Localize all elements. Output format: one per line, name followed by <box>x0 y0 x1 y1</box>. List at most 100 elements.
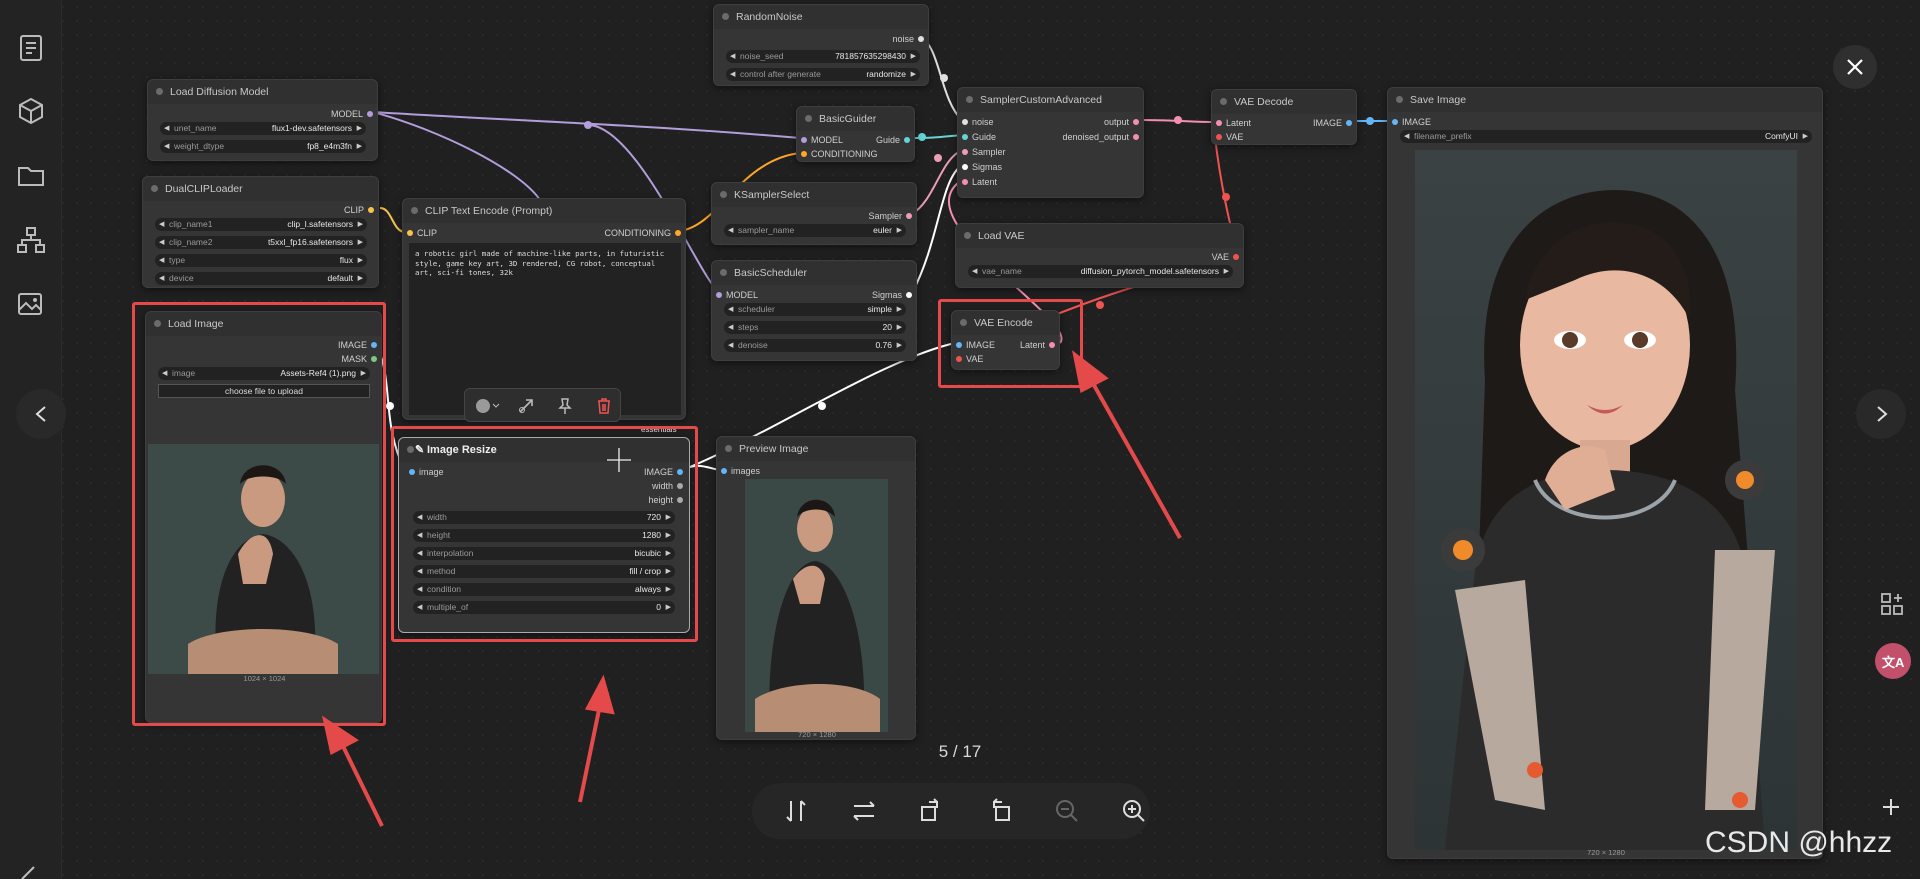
widget-scheduler[interactable]: scheduler simple <box>724 303 906 316</box>
noise-dot <box>918 36 924 42</box>
widget-key: unet_name <box>174 123 217 133</box>
output-denoised[interactable]: denoised_output <box>1062 131 1139 143</box>
widget-clip-name1[interactable]: clip_name1 clip_l.safetensors <box>155 218 367 231</box>
annotation-box-vae-encode <box>938 299 1083 388</box>
model-dot <box>367 111 373 117</box>
widget-vae-name[interactable]: vae_name diffusion_pytorch_model.safetens… <box>968 265 1233 278</box>
input-images[interactable]: images <box>721 465 760 477</box>
widget-value: diffusion_pytorch_model.safetensors <box>1080 266 1219 276</box>
translate-icon: 文A <box>1882 655 1905 670</box>
guide-dot <box>904 137 910 143</box>
widget-device[interactable]: device default <box>155 272 367 285</box>
node-clip-text-encode[interactable]: CLIP Text Encode (Prompt) CLIP CONDITION… <box>402 198 686 420</box>
node-load-vae[interactable]: Load VAE VAE vae_name diffusion_pytorch_m… <box>955 223 1244 288</box>
input-image[interactable]: IMAGE <box>1392 116 1431 128</box>
output-conditioning[interactable]: CONDITIONING <box>605 227 681 239</box>
input-model[interactable]: MODEL <box>801 134 843 146</box>
input-guide[interactable]: Guide <box>962 131 996 143</box>
delete-icon[interactable] <box>595 397 613 415</box>
node-load-diffusion-model[interactable]: Load Diffusion Model MODEL unet_name flux… <box>147 79 378 161</box>
output-guide[interactable]: Guide <box>876 134 910 146</box>
vae-dot <box>1233 254 1239 260</box>
close-button[interactable] <box>1833 45 1877 89</box>
widget-key: device <box>169 273 194 283</box>
image-gallery-icon[interactable] <box>16 289 46 319</box>
input-latent[interactable]: Latent <box>1216 117 1251 129</box>
prev-image-button[interactable] <box>16 389 66 439</box>
output-clip[interactable]: CLIP <box>344 204 374 216</box>
image-counter: 5 / 17 <box>938 742 982 761</box>
input-vae[interactable]: VAE <box>1216 131 1243 143</box>
conditioning-dot <box>801 151 807 157</box>
document-icon[interactable] <box>16 33 46 63</box>
node-preview-image[interactable]: Preview Image images 720 × 1280 <box>716 436 916 740</box>
model-dot <box>801 137 807 143</box>
chevron-left-icon <box>34 405 48 428</box>
input-latent[interactable]: Latent <box>962 176 997 188</box>
output-model[interactable]: MODEL <box>331 108 373 120</box>
vae-dot <box>1216 134 1222 140</box>
annotation-box-load-image <box>132 302 386 726</box>
widget-sampler-name[interactable]: sampler_name euler <box>724 224 906 237</box>
next-image-button[interactable] <box>1856 389 1906 439</box>
node-vae-decode[interactable]: VAE Decode Latent VAE IMAGE <box>1211 89 1357 145</box>
node-title: KSamplerSelect <box>712 183 916 207</box>
widget-unet-name[interactable]: unet_name flux1-dev.safetensors <box>160 122 366 135</box>
cube-icon[interactable] <box>16 96 46 126</box>
color-picker-icon[interactable] <box>475 398 501 414</box>
node-toolbar <box>464 388 621 422</box>
output-vae[interactable]: VAE <box>1212 251 1239 263</box>
widget-key: control after generate <box>740 69 821 79</box>
widget-control-after-generate[interactable]: control after generate randomize <box>726 68 920 81</box>
node-save-image[interactable]: Save Image IMAGE filename_prefixComfyUI … <box>1387 87 1823 859</box>
plus-icon[interactable] <box>1881 797 1901 817</box>
pen-icon[interactable] <box>16 866 46 879</box>
widget-value: ComfyUI <box>1764 131 1798 141</box>
input-conditioning[interactable]: CONDITIONING <box>801 148 878 160</box>
output-image[interactable]: IMAGE <box>1313 117 1352 129</box>
widget-clip-name2[interactable]: clip_name2 t5xxl_fp16.safetensors <box>155 236 367 249</box>
widget-value: 20 <box>882 322 892 332</box>
folder-icon[interactable] <box>16 160 46 190</box>
input-sigmas[interactable]: Sigmas <box>962 161 1002 173</box>
output-noise[interactable]: noise <box>892 33 924 45</box>
widget-denoise[interactable]: denoise 0.76 <box>724 339 906 352</box>
input-sampler[interactable]: Sampler <box>962 146 1006 158</box>
node-random-noise[interactable]: RandomNoise noise noise_seed 781857635298… <box>713 4 929 86</box>
node-ksampler-select[interactable]: KSamplerSelect Sampler sampler_name euler <box>711 182 917 245</box>
widget-weight-dtype[interactable]: weight_dtype fp8_e4m3fn <box>160 140 366 153</box>
workflow-tree-icon[interactable] <box>16 225 46 255</box>
zoom-in-icon[interactable] <box>1120 797 1148 825</box>
output-sigmas[interactable]: Sigmas <box>872 289 912 301</box>
flip-vertical-icon[interactable] <box>782 797 810 825</box>
apps-add-icon[interactable] <box>1880 592 1904 616</box>
rotate-right-icon[interactable] <box>917 797 945 825</box>
widget-type[interactable]: type flux <box>155 254 367 267</box>
translate-button[interactable]: 文A <box>1875 643 1911 679</box>
output-label: Sampler <box>868 211 902 221</box>
input-noise[interactable]: noise <box>962 116 994 128</box>
output-output[interactable]: output <box>1104 116 1139 128</box>
widget-key: weight_dtype <box>174 141 225 151</box>
flip-horizontal-icon[interactable] <box>850 797 878 825</box>
output-sampler[interactable]: Sampler <box>868 210 912 222</box>
node-basic-scheduler[interactable]: BasicScheduler MODEL Sigmas scheduler sim… <box>711 260 917 361</box>
node-dual-clip-loader[interactable]: DualCLIPLoader CLIP clip_name1 clip_l.saf… <box>142 176 379 288</box>
input-label: Latent <box>1226 118 1252 128</box>
input-clip[interactable]: CLIP <box>407 227 437 239</box>
widget-noise-seed[interactable]: noise_seed 781857635298430 <box>726 50 920 63</box>
node-sampler-custom-advanced[interactable]: SamplerCustomAdvanced noise Guide Sample… <box>957 87 1144 198</box>
node-title: Save Image <box>1388 88 1822 112</box>
widget-steps[interactable]: steps 20 <box>724 321 906 334</box>
node-basic-guider[interactable]: BasicGuider MODEL CONDITIONING Guide <box>796 106 915 162</box>
input-model[interactable]: MODEL <box>716 289 758 301</box>
bypass-icon[interactable] <box>517 397 535 415</box>
widget-value: simple <box>867 304 892 314</box>
generated-robot-girl-image <box>1415 150 1797 850</box>
rotate-left-icon[interactable] <box>986 797 1014 825</box>
zoom-out-icon[interactable] <box>1053 797 1081 825</box>
widget-filename-prefix[interactable]: filename_prefix ComfyUI <box>1400 130 1812 143</box>
node-title: BasicScheduler <box>712 261 916 285</box>
widget-value: fp8_e4m3fn <box>307 141 352 151</box>
pin-icon[interactable] <box>556 397 574 415</box>
